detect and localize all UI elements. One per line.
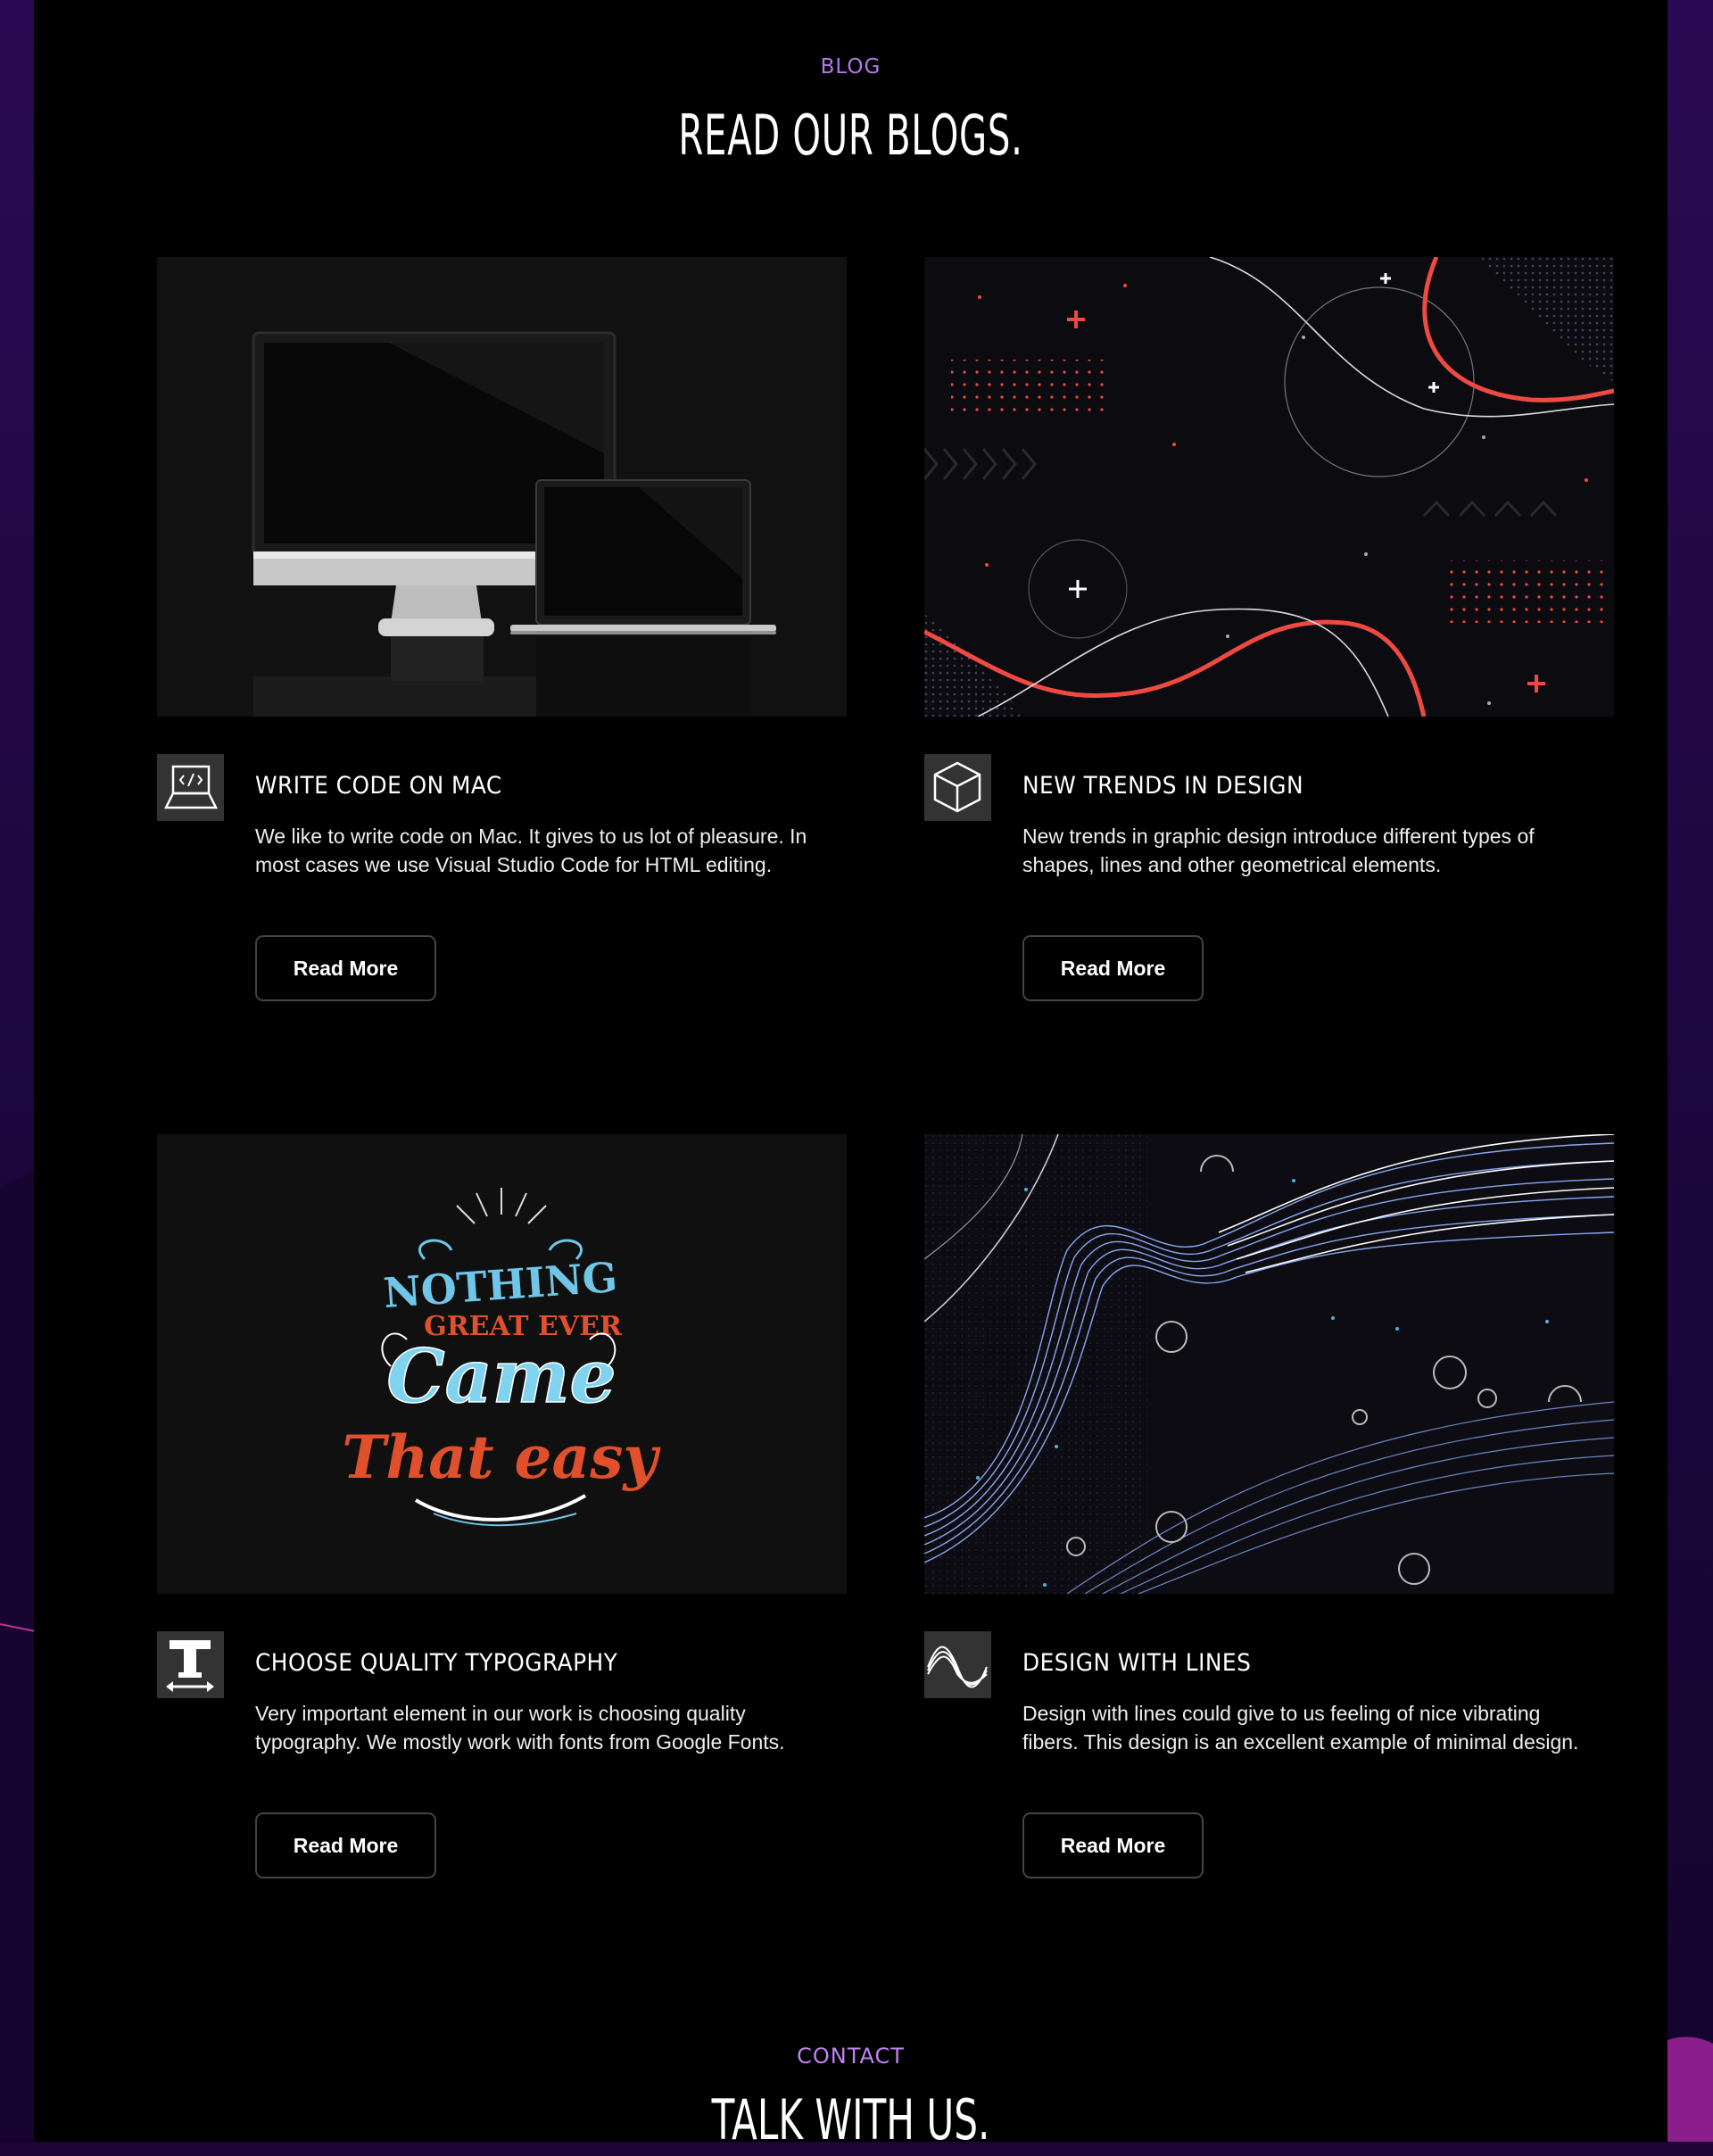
- blog-card-text: New trends in graphic design introduce d…: [1022, 825, 1535, 876]
- blog-card-title[interactable]: CHOOSE QUALITY TYPOGRAPHY: [255, 1649, 617, 1677]
- typography-poster-image: NOTHING GREAT EVER Came That easy: [157, 1134, 847, 1594]
- blog-card: NOTHING GREAT EVER Came That easy CHOOSE…: [157, 1134, 847, 1878]
- blog-card-text: We like to write code on Mac. It gives t…: [255, 825, 807, 876]
- mac-devices-image: [157, 257, 847, 717]
- blog-card-title[interactable]: WRITE CODE ON MAC: [255, 772, 502, 800]
- cube-icon: [924, 754, 991, 821]
- read-more-button[interactable]: Read More: [1022, 935, 1204, 1001]
- section-label-contact: CONTACT: [797, 2044, 905, 2069]
- read-more-button[interactable]: Read More: [255, 1812, 436, 1878]
- blog-card-title[interactable]: NEW TRENDS IN DESIGN: [1022, 772, 1303, 800]
- typography-icon: [157, 1631, 224, 1698]
- blog-section: BLOG READ OUR BLOGS. WRITE CODE ON MAC W…: [34, 0, 1667, 2152]
- read-more-button[interactable]: Read More: [255, 935, 436, 1001]
- section-label-blog: BLOG: [820, 55, 881, 79]
- read-more-button[interactable]: Read More: [1022, 1812, 1204, 1878]
- blog-card-body: WRITE CODE ON MAC We like to write code …: [157, 717, 847, 1001]
- laptop-code-icon: [157, 754, 224, 821]
- blog-card: NEW TRENDS IN DESIGN New trends in graph…: [924, 257, 1614, 1001]
- geometric-shapes-image: [924, 257, 1614, 717]
- blog-card-body: CHOOSE QUALITY TYPOGRAPHY Very important…: [157, 1594, 847, 1878]
- blog-card-title[interactable]: DESIGN WITH LINES: [1022, 1649, 1251, 1677]
- section-title-blog: READ OUR BLOGS.: [678, 103, 1023, 168]
- wave-lines-image: [924, 1134, 1614, 1594]
- poster-text-came: Came: [386, 1334, 616, 1420]
- blog-card: WRITE CODE ON MAC We like to write code …: [157, 257, 847, 1001]
- blog-card-body: NEW TRENDS IN DESIGN New trends in graph…: [924, 717, 1614, 1001]
- blog-card-text: Very important element in our work is ch…: [255, 1702, 785, 1754]
- wave-lines-icon: [924, 1631, 991, 1698]
- blog-card: DESIGN WITH LINES Design with lines coul…: [924, 1134, 1614, 1878]
- blog-card-text: Design with lines could give to us feeli…: [1022, 1702, 1579, 1754]
- section-title-contact: TALK WITH US.: [711, 2087, 990, 2152]
- blog-card-body: DESIGN WITH LINES Design with lines coul…: [924, 1594, 1614, 1878]
- poster-text-that-easy: That easy: [342, 1422, 661, 1492]
